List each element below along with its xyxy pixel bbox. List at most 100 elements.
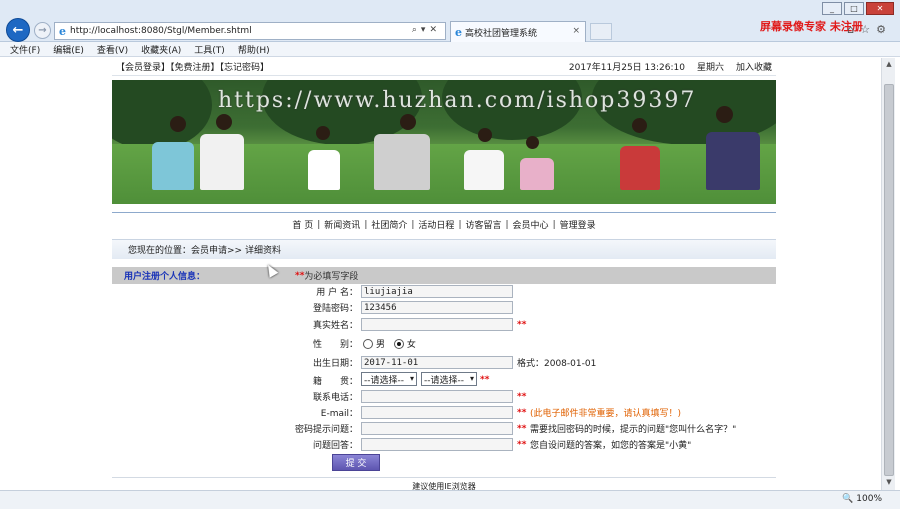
gender-row: 性 别： 男 女: [112, 334, 776, 352]
answer-input[interactable]: [361, 438, 513, 451]
menu-file[interactable]: 文件(F): [10, 43, 40, 56]
phone-required: **: [517, 391, 527, 402]
footer-note: 建议使用IE浏览器: [112, 477, 776, 492]
province-select-value: --请选择--: [364, 375, 404, 386]
browser-tab[interactable]: e 高校社团管理系统 ×: [450, 21, 586, 42]
native-required: **: [480, 375, 490, 385]
birthday-label: 出生日期：: [312, 359, 358, 369]
scroll-down-icon[interactable]: ▼: [884, 478, 894, 488]
registration-form: 用 户 名： liujiajia 登陆密码： 123456 真实姓名： ** 性…: [112, 284, 776, 474]
banner-watermark: https://www.huzhan.com/ishop39397: [218, 88, 697, 113]
phone-input[interactable]: [361, 390, 513, 403]
scroll-up-icon[interactable]: ▲: [884, 60, 894, 70]
password-input[interactable]: 123456: [361, 301, 513, 314]
zoom-level[interactable]: 🔍 100%: [842, 494, 882, 504]
submit-row: 提 交: [112, 454, 776, 472]
main-nav: 首 页 | 新闻资讯 | 社团简介 | 活动日程 | 访客留言 | 会员中心 | 管理登录: [112, 212, 776, 236]
datetime: 2017年11月25日 13:26:10: [568, 63, 685, 73]
required-marker: **: [295, 270, 305, 281]
question-required: **: [517, 423, 527, 434]
menu-view[interactable]: 查看(V): [97, 43, 128, 56]
realname-label: 真实姓名：: [312, 321, 358, 331]
username-row: 用 户 名： liujiajia: [112, 284, 776, 299]
question-input[interactable]: [361, 422, 513, 435]
answer-required: **: [517, 439, 527, 450]
phone-label: 联系电话：: [312, 393, 358, 403]
native-row: 籍 贯： --请选择-- ▾ --请选择-- ▾ **: [112, 372, 776, 388]
menu-help[interactable]: 帮助(H): [238, 43, 270, 56]
maximize-button[interactable]: □: [844, 2, 864, 15]
menu-bar: 文件(F) 编辑(E) 查看(V) 收藏夹(A) 工具(T) 帮助(H): [0, 42, 900, 57]
email-required: **: [517, 407, 527, 418]
url-text: http://localhost:8080/Stgl/Member.shtml: [70, 26, 252, 36]
menu-tools[interactable]: 工具(T): [194, 43, 225, 56]
top-strip: 【会员登录】【免费注册】【忘记密码】 2017年11月25日 13:26:10 …: [112, 58, 776, 76]
submit-button[interactable]: 提 交: [332, 454, 380, 471]
weekday: 星期六: [696, 63, 724, 73]
gender-female-radio[interactable]: [393, 339, 404, 349]
back-button[interactable]: ←: [6, 18, 30, 42]
nav-schedule[interactable]: 活动日程: [418, 218, 454, 231]
nav-member-center[interactable]: 会员中心: [513, 218, 549, 231]
email-label: E-mail：: [320, 409, 358, 419]
realname-required: **: [517, 319, 527, 330]
city-select[interactable]: --请选择-- ▾: [421, 372, 477, 386]
close-window-button[interactable]: ✕: [866, 2, 894, 15]
realname-input[interactable]: [361, 318, 513, 331]
home-star-gear-icons[interactable]: ⌂☆⚙: [847, 23, 892, 36]
nav-admin-login[interactable]: 管理登录: [560, 218, 596, 231]
question-row: 密码提示问题： ** 需要找回密码的时候，提示的问题"您叫什么名字？": [112, 421, 776, 436]
birthday-row: 出生日期： 2017-11-01 格式：2008-01-01: [112, 355, 776, 370]
email-input[interactable]: [361, 406, 513, 419]
province-select[interactable]: --请选择-- ▾: [361, 372, 417, 386]
birthday-input[interactable]: 2017-11-01: [361, 356, 513, 369]
vertical-scrollbar[interactable]: ▲ ▼: [881, 58, 895, 490]
forward-button[interactable]: →: [34, 22, 51, 39]
member-links[interactable]: 【会员登录】【免费注册】【忘记密码】: [116, 60, 269, 73]
question-hint: 需要找回密码的时候，提示的问题"您叫什么名字？": [530, 425, 737, 435]
arrow-right-icon: →: [38, 25, 47, 36]
gender-male-label: 男: [376, 339, 386, 350]
status-bar: 🔍 100%: [0, 490, 900, 509]
form-header: 用户注册个人信息： ** 为必填写字段: [112, 267, 776, 284]
banner-photo: https://www.huzhan.com/ishop39397: [112, 80, 776, 204]
nav-guestbook[interactable]: 访客留言: [465, 218, 501, 231]
browser-toolbar: ← → e http://localhost:8080/Stgl/Member.…: [0, 0, 900, 42]
arrow-left-icon: ←: [12, 22, 24, 38]
realname-row: 真实姓名： **: [112, 317, 776, 332]
ie-tab-icon: e: [455, 25, 462, 39]
password-label: 登陆密码：: [312, 304, 358, 314]
username-input[interactable]: liujiajia: [361, 285, 513, 298]
add-favorite-link[interactable]: 加入收藏: [736, 60, 772, 73]
required-note: 为必填写字段: [304, 272, 359, 282]
email-hint: (此电子邮件非常重要，请认真填写！): [530, 409, 682, 419]
minimize-button[interactable]: _: [822, 2, 842, 15]
gender-label: 性 别：: [312, 339, 358, 350]
window-controls: _ □ ✕: [822, 2, 894, 15]
nav-home[interactable]: 首 页: [292, 218, 313, 231]
email-row: E-mail： ** (此电子邮件非常重要，请认真填写！): [112, 405, 776, 420]
username-label: 用 户 名：: [316, 288, 358, 298]
gender-male-radio[interactable]: [363, 339, 373, 349]
ie-page-icon: e: [59, 24, 66, 38]
close-tab-icon[interactable]: ×: [572, 26, 580, 36]
phone-row: 联系电话： **: [112, 389, 776, 404]
password-row: 登陆密码： 123456: [112, 300, 776, 315]
menu-favorites[interactable]: 收藏夹(A): [141, 43, 181, 56]
tab-title: 高校社团管理系统: [465, 28, 538, 39]
address-bar[interactable]: e http://localhost:8080/Stgl/Member.shtm…: [54, 22, 446, 40]
gender-options: 男 女: [363, 337, 416, 350]
question-label: 密码提示问题：: [294, 425, 358, 435]
answer-hint: 您自设问题的答案，如您的答案是"小黄": [530, 441, 692, 451]
web-page: 【会员登录】【免费注册】【忘记密码】 2017年11月25日 13:26:10 …: [112, 58, 776, 492]
answer-row: 问题回答： ** 您自设问题的答案，如您的答案是"小黄": [112, 437, 776, 452]
scroll-thumb[interactable]: [884, 84, 894, 476]
search-refresh-icons[interactable]: ⌕▾✕: [412, 25, 441, 35]
city-select-value: --请选择--: [424, 375, 464, 386]
nav-news[interactable]: 新闻资讯: [324, 218, 360, 231]
answer-label: 问题回答：: [312, 441, 358, 451]
gender-female-label: 女: [406, 339, 416, 350]
nav-club-intro[interactable]: 社团简介: [371, 218, 407, 231]
menu-edit[interactable]: 编辑(E): [53, 43, 84, 56]
new-tab-button[interactable]: [590, 23, 612, 40]
